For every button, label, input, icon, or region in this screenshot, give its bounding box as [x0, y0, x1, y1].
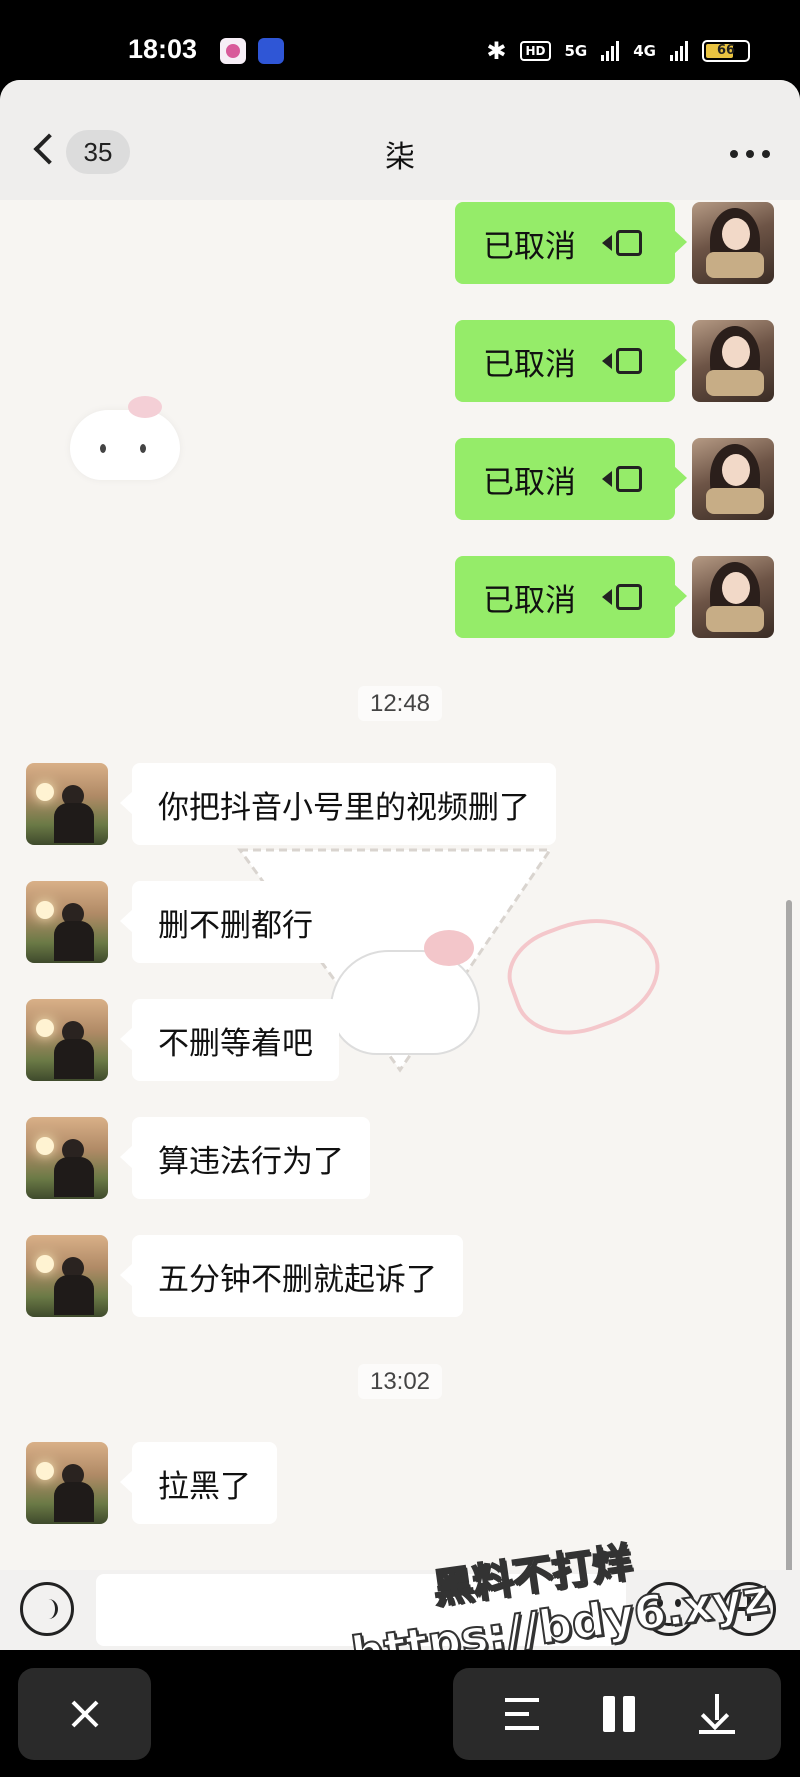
network-5g-label: 5G	[564, 42, 588, 60]
app-notification-icon	[220, 38, 246, 64]
timestamp-text: 13:02	[357, 1364, 443, 1399]
network-4g-label: 4G	[633, 42, 656, 60]
message-timestamp: 12:48	[0, 686, 800, 721]
input-bar	[0, 1570, 800, 1650]
message-bubble[interactable]: 算违法行为了	[120, 1117, 370, 1199]
cancelled-call-bubble[interactable]: 已取消	[455, 556, 687, 638]
emoji-button[interactable]	[642, 1582, 696, 1636]
message-bubble[interactable]: 删不删都行	[120, 881, 339, 963]
chat-header: 35 柒	[0, 80, 800, 200]
contact-avatar[interactable]	[26, 999, 108, 1081]
message-input[interactable]	[96, 1574, 626, 1646]
contact-avatar[interactable]	[26, 1235, 108, 1317]
message-text: 算违法行为了	[158, 1143, 344, 1180]
hd-voice-icon: HD	[520, 41, 551, 61]
my-avatar[interactable]	[692, 438, 774, 520]
video-call-icon	[602, 348, 642, 374]
message-text: 五分钟不删就起诉了	[158, 1261, 437, 1298]
cancelled-call-bubble[interactable]: 已取消	[455, 320, 687, 402]
viewer-tools	[453, 1668, 781, 1760]
bluetooth-icon: ✱	[486, 37, 507, 65]
battery-level: 66	[716, 43, 736, 58]
list-icon[interactable]	[503, 1694, 543, 1734]
video-call-icon	[602, 230, 642, 256]
pause-icon[interactable]	[599, 1694, 639, 1734]
more-actions-button[interactable]	[722, 1582, 776, 1636]
message-text: 拉黑了	[158, 1468, 251, 1505]
message-list[interactable]: 已取消 已取消 已取消 已取消 12:48 你把抖音小号里的视频删了 删不删都行…	[0, 200, 800, 1650]
chat-window: 35 柒 已取消 已取消 已取消 已取消 12:48 你把抖音小号里的视频删了 …	[0, 80, 800, 1650]
my-avatar[interactable]	[692, 556, 774, 638]
message-timestamp: 13:02	[0, 1364, 800, 1399]
cancelled-call-bubble[interactable]: 已取消	[455, 202, 687, 284]
message-text: 已取消	[483, 582, 576, 619]
message-text: 删不删都行	[158, 907, 313, 944]
status-time: 18:03	[128, 34, 198, 64]
timestamp-text: 12:48	[357, 686, 443, 721]
message-bubble[interactable]: 不删等着吧	[120, 999, 339, 1081]
download-icon[interactable]	[697, 1694, 737, 1734]
signal-icon-2	[670, 41, 688, 61]
contact-avatar[interactable]	[26, 881, 108, 963]
my-avatar[interactable]	[692, 202, 774, 284]
message-text: 已取消	[483, 464, 576, 501]
cancelled-call-bubble[interactable]: 已取消	[455, 438, 687, 520]
close-button[interactable]	[18, 1668, 151, 1760]
message-text: 你把抖音小号里的视频删了	[158, 789, 530, 826]
my-avatar[interactable]	[692, 320, 774, 402]
voice-input-button[interactable]	[20, 1582, 74, 1636]
viewer-toolbar	[0, 1650, 800, 1777]
message-scrollbar[interactable]	[786, 900, 792, 1650]
contact-avatar[interactable]	[26, 763, 108, 845]
video-call-icon	[602, 466, 642, 492]
contact-avatar[interactable]	[26, 1442, 108, 1524]
chat-title: 柒	[385, 140, 415, 175]
status-bar: 18:03 ✱ HD 5G 4G 66	[0, 0, 800, 80]
message-text: 不删等着吧	[158, 1025, 313, 1062]
message-bubble[interactable]: 五分钟不删就起诉了	[120, 1235, 463, 1317]
battery-icon: 66	[702, 40, 750, 62]
message-text: 已取消	[483, 346, 576, 383]
status-indicators: ✱ HD 5G 4G 66	[486, 36, 750, 66]
video-call-icon	[602, 584, 642, 610]
message-bubble[interactable]: 拉黑了	[120, 1442, 277, 1524]
contact-avatar[interactable]	[26, 1117, 108, 1199]
signal-icon	[601, 41, 620, 61]
message-text: 已取消	[483, 228, 576, 265]
more-options-button[interactable]	[730, 150, 770, 162]
message-bubble[interactable]: 你把抖音小号里的视频删了	[120, 763, 556, 845]
campus-app-icon	[258, 38, 284, 64]
